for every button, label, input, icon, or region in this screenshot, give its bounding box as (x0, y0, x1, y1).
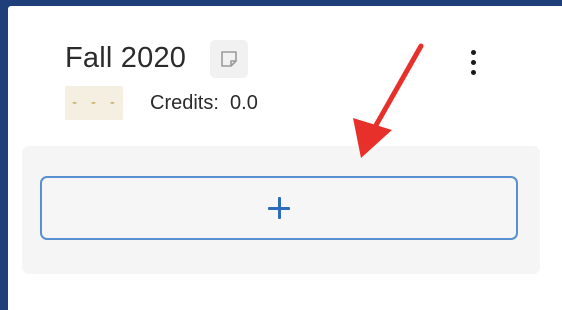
course-list-panel (22, 146, 540, 274)
credits-label: Credits: 0.0 (150, 92, 258, 114)
semester-title: Fall 2020 (65, 42, 187, 74)
add-course-button[interactable] (40, 176, 518, 240)
more-vertical-icon (470, 49, 476, 55)
semester-card-frame: Fall 2020 - - - Credits: 0.0 (8, 6, 562, 310)
semester-header: Fall 2020 - - - Credits: 0.0 (8, 6, 562, 136)
more-vertical-icon-dot (470, 69, 476, 75)
more-vertical-icon-dot (470, 59, 476, 65)
note-icon (221, 51, 237, 67)
gpa-badge: - - - (65, 86, 123, 120)
note-button[interactable] (210, 40, 248, 78)
more-options-button[interactable] (460, 44, 486, 80)
plus-icon (268, 197, 290, 219)
